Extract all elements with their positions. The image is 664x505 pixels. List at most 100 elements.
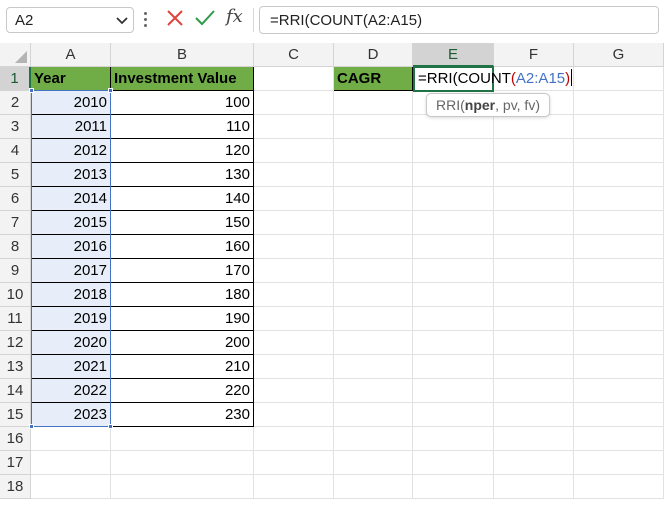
empty-cell[interactable] <box>494 379 574 403</box>
empty-cell[interactable] <box>334 91 413 115</box>
empty-cell[interactable] <box>413 235 494 259</box>
empty-cell[interactable] <box>334 379 413 403</box>
more-options-icon[interactable] <box>144 12 148 28</box>
empty-cell[interactable] <box>254 331 334 355</box>
empty-cell[interactable] <box>334 475 413 499</box>
investment-value-cell[interactable]: 100 <box>111 91 254 115</box>
empty-cell[interactable] <box>574 259 664 283</box>
investment-value-cell[interactable]: 230 <box>111 403 254 427</box>
column-header-f[interactable]: F <box>494 43 574 67</box>
empty-cell[interactable] <box>334 211 413 235</box>
empty-cell[interactable] <box>254 427 334 451</box>
column-header-b[interactable]: B <box>111 43 254 67</box>
close-icon[interactable] <box>166 9 184 27</box>
empty-cell[interactable] <box>254 187 334 211</box>
empty-cell[interactable] <box>254 307 334 331</box>
empty-cell[interactable] <box>254 91 334 115</box>
select-all-button[interactable] <box>0 43 31 67</box>
investment-value-cell[interactable]: 170 <box>111 259 254 283</box>
year-cell[interactable]: 2012 <box>31 139 111 163</box>
empty-cell[interactable] <box>494 283 574 307</box>
empty-cell[interactable] <box>413 355 494 379</box>
empty-cell[interactable] <box>254 475 334 499</box>
row-header-6[interactable]: 6 <box>0 187 31 211</box>
empty-cell[interactable] <box>574 115 664 139</box>
formula-input[interactable]: =RRI(COUNT(A2:A15) <box>259 6 659 34</box>
empty-cell[interactable] <box>574 307 664 331</box>
empty-cell[interactable] <box>574 139 664 163</box>
empty-cell[interactable] <box>334 451 413 475</box>
empty-cell[interactable] <box>334 259 413 283</box>
row-header-17[interactable]: 17 <box>0 451 31 475</box>
name-box[interactable]: A2 <box>6 7 134 33</box>
row-header-4[interactable]: 4 <box>0 139 31 163</box>
row-header-7[interactable]: 7 <box>0 211 31 235</box>
investment-value-header-cell[interactable]: Investment Value <box>111 67 254 91</box>
empty-cell[interactable] <box>254 379 334 403</box>
empty-cell[interactable] <box>574 91 664 115</box>
row-header-16[interactable]: 16 <box>0 427 31 451</box>
empty-cell[interactable] <box>574 427 664 451</box>
empty-cell[interactable] <box>494 451 574 475</box>
row-header-13[interactable]: 13 <box>0 355 31 379</box>
empty-cell[interactable] <box>494 211 574 235</box>
empty-cell[interactable] <box>334 187 413 211</box>
row-header-11[interactable]: 11 <box>0 307 31 331</box>
function-tooltip[interactable]: RRI(nper, pv, fv) <box>426 93 550 117</box>
row-header-18[interactable]: 18 <box>0 475 31 499</box>
empty-cell[interactable] <box>334 403 413 427</box>
year-cell[interactable]: 2016 <box>31 235 111 259</box>
insert-function-button[interactable]: fx <box>226 6 243 27</box>
year-cell[interactable]: 2011 <box>31 115 111 139</box>
investment-value-cell[interactable]: 160 <box>111 235 254 259</box>
empty-cell[interactable] <box>574 67 664 91</box>
empty-cell[interactable] <box>31 475 111 499</box>
empty-cell[interactable] <box>413 187 494 211</box>
empty-cell[interactable] <box>413 475 494 499</box>
investment-value-cell[interactable]: 120 <box>111 139 254 163</box>
year-header-cell[interactable]: Year <box>31 67 111 91</box>
empty-cell[interactable] <box>413 427 494 451</box>
column-header-d[interactable]: D <box>334 43 413 67</box>
empty-cell[interactable] <box>574 187 664 211</box>
empty-cell[interactable] <box>413 307 494 331</box>
empty-cell[interactable] <box>494 307 574 331</box>
year-cell[interactable]: 2018 <box>31 283 111 307</box>
empty-cell[interactable] <box>574 283 664 307</box>
year-cell[interactable]: 2014 <box>31 187 111 211</box>
empty-cell[interactable] <box>413 139 494 163</box>
empty-cell[interactable] <box>413 163 494 187</box>
empty-cell[interactable] <box>31 451 111 475</box>
range-handle[interactable] <box>108 88 113 93</box>
column-header-g[interactable]: G <box>574 43 664 67</box>
active-edit-cell[interactable]: =RRI(COUNT(A2:A15) <box>413 66 573 92</box>
empty-cell[interactable] <box>413 331 494 355</box>
empty-cell[interactable] <box>334 307 413 331</box>
investment-value-cell[interactable]: 210 <box>111 355 254 379</box>
empty-cell[interactable] <box>413 283 494 307</box>
empty-cell[interactable] <box>254 139 334 163</box>
empty-cell[interactable] <box>334 427 413 451</box>
empty-cell[interactable] <box>334 115 413 139</box>
empty-cell[interactable] <box>494 115 574 139</box>
check-icon[interactable] <box>194 9 216 27</box>
column-header-e[interactable]: E <box>413 43 494 67</box>
empty-cell[interactable] <box>254 355 334 379</box>
empty-cell[interactable] <box>494 475 574 499</box>
year-cell[interactable]: 2017 <box>31 259 111 283</box>
range-handle[interactable] <box>108 424 113 429</box>
empty-cell[interactable] <box>254 211 334 235</box>
investment-value-cell[interactable]: 140 <box>111 187 254 211</box>
empty-cell[interactable] <box>254 403 334 427</box>
empty-cell[interactable] <box>254 451 334 475</box>
investment-value-cell[interactable]: 200 <box>111 331 254 355</box>
row-header-5[interactable]: 5 <box>0 163 31 187</box>
empty-cell[interactable] <box>334 283 413 307</box>
empty-cell[interactable] <box>413 451 494 475</box>
empty-cell[interactable] <box>494 235 574 259</box>
empty-cell[interactable] <box>494 403 574 427</box>
year-cell[interactable]: 2010 <box>31 91 111 115</box>
column-header-c[interactable]: C <box>254 43 334 67</box>
empty-cell[interactable] <box>494 331 574 355</box>
row-header-15[interactable]: 15 <box>0 403 31 427</box>
